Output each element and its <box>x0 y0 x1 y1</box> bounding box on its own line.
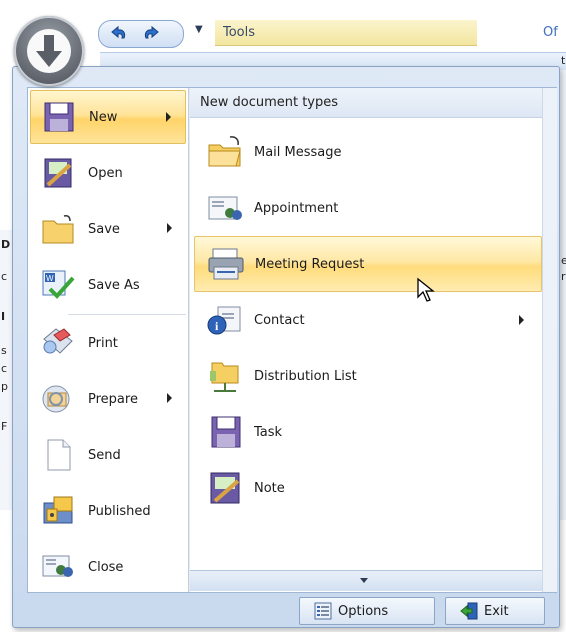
tools-tab[interactable]: Tools <box>215 20 477 46</box>
submenu-arrow-icon <box>519 315 524 325</box>
bg-fragment: s <box>1 344 7 357</box>
exit-icon <box>460 602 478 620</box>
down-arrow-icon <box>27 29 71 73</box>
close-doc-icon <box>42 555 73 577</box>
send-icon <box>47 439 71 471</box>
submenu-item-distribution-list[interactable]: Distribution List <box>194 348 542 404</box>
menu-item-prepare[interactable]: Prepare <box>30 372 186 426</box>
bg-fragment: c <box>1 362 8 375</box>
submenu-scrollbar[interactable] <box>542 88 557 592</box>
menu-item-new[interactable]: New <box>30 90 186 144</box>
application-menu: New Open Save W Save As Print Prepare Se… <box>12 66 560 628</box>
menu-item-save-as[interactable]: W Save As <box>30 258 186 312</box>
save-as-icon: W <box>42 270 75 299</box>
print-icon <box>43 328 73 354</box>
options-button[interactable]: Options <box>299 597 435 625</box>
bg-fragment: e <box>561 254 566 267</box>
submenu-item-appointment[interactable]: Appointment <box>194 180 542 236</box>
bg-fragment: t <box>561 54 566 67</box>
bg-fragment: F <box>1 420 8 433</box>
bg-fragment: p <box>1 380 8 393</box>
save-folder-icon <box>42 215 74 244</box>
contact-icon: i <box>207 306 241 335</box>
menu-command-list: New Open Save W Save As Print Prepare Se… <box>28 88 189 592</box>
menu-item-label: Open <box>88 165 123 181</box>
options-icon <box>314 602 332 620</box>
window-title-fragment: Of <box>543 25 558 40</box>
menu-item-label: Save As <box>88 277 140 293</box>
bg-fragment: D <box>1 238 11 251</box>
scroll-down-icon <box>360 578 368 583</box>
open-note-icon <box>44 158 72 188</box>
mouse-cursor-icon <box>417 277 435 302</box>
new-document-icon <box>44 102 74 132</box>
menu-body: New Open Save W Save As Print Prepare Se… <box>27 87 557 593</box>
menu-item-label: Prepare <box>88 391 138 407</box>
application-menu-button[interactable] <box>14 16 84 86</box>
new-document-types-panel: New document types Mail Message Appointm… <box>189 88 557 592</box>
quick-access-toolbar <box>98 20 184 48</box>
menu-item-label: Close <box>88 559 124 575</box>
meeting-request-icon <box>208 248 244 280</box>
menu-item-send[interactable]: Send <box>30 428 186 482</box>
submenu-item-label: Note <box>254 480 285 496</box>
customize-toolbar-icon[interactable]: ▼ <box>195 24 203 35</box>
exit-label: Exit <box>484 603 509 619</box>
submenu-header: New document types <box>190 88 542 118</box>
distribution-list-icon <box>210 362 239 392</box>
submenu-item-meeting-request[interactable]: Meeting Request <box>194 236 542 292</box>
submenu-item-label: Contact <box>254 312 305 328</box>
submenu-item-mail-message[interactable]: Mail Message <box>194 124 542 180</box>
submenu-item-label: Meeting Request <box>255 256 365 272</box>
menu-item-label: Published <box>88 503 151 519</box>
menu-item-print[interactable]: Print <box>30 316 186 370</box>
submenu-item-label: Task <box>254 424 283 440</box>
submenu-item-label: Mail Message <box>254 144 342 160</box>
bg-fragment: c <box>1 270 8 283</box>
submenu-item-label: Distribution List <box>254 368 357 384</box>
submenu-item-task[interactable]: Task <box>194 404 542 460</box>
note-icon <box>210 472 240 504</box>
task-icon <box>211 416 241 448</box>
menu-separator <box>68 314 186 315</box>
menu-item-published[interactable]: Published <box>30 484 186 538</box>
appointment-icon <box>208 196 242 220</box>
submenu-scroll-down-button[interactable] <box>190 570 542 591</box>
menu-item-close[interactable]: Close <box>30 540 186 594</box>
menu-item-open[interactable]: Open <box>30 146 186 200</box>
menu-item-label: Send <box>88 447 121 463</box>
submenu-item-note[interactable]: Note <box>194 460 542 516</box>
undo-icon[interactable] <box>109 24 131 44</box>
menu-item-save[interactable]: Save <box>30 202 186 256</box>
prepare-icon <box>42 385 70 413</box>
published-icon <box>43 496 73 524</box>
menu-item-label: Print <box>88 335 118 351</box>
options-label: Options <box>338 603 389 619</box>
bg-fragment: I <box>1 310 6 323</box>
submenu-item-contact[interactable]: i Contact <box>194 292 542 348</box>
exit-button[interactable]: Exit <box>445 597 545 625</box>
mail-message-icon <box>208 136 241 167</box>
submenu-arrow-icon <box>167 393 172 403</box>
menu-item-label: Save <box>88 221 120 237</box>
svg-text:W: W <box>46 274 54 283</box>
bg-fragment: r <box>561 270 566 283</box>
redo-icon[interactable] <box>139 24 161 44</box>
menu-item-label: New <box>89 109 118 125</box>
submenu-arrow-icon <box>166 112 171 122</box>
submenu-item-label: Appointment <box>254 200 339 216</box>
submenu-arrow-icon <box>167 223 172 233</box>
